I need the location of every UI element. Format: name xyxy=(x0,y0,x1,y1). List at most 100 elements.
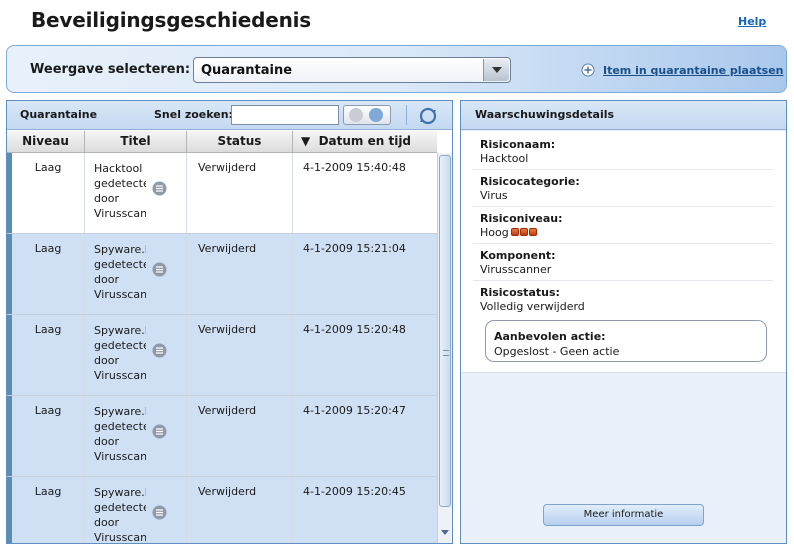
clear-search-icon[interactable] xyxy=(349,108,363,122)
component-field: Komponent: Virusscanner xyxy=(480,249,556,277)
column-header-status[interactable]: Status xyxy=(187,131,293,152)
list-panel-header: Quarantaine Snel zoeken: xyxy=(7,101,452,130)
row-titel-line: gedetecteerd xyxy=(94,177,146,190)
risk-level-value: Hoog xyxy=(480,226,509,239)
scroll-down-icon[interactable] xyxy=(439,525,451,539)
divider xyxy=(473,280,773,281)
row-titel: Spyware.M gedetecteerd door Virusscanner xyxy=(85,315,187,395)
recommended-action-label: Aanbevolen actie: xyxy=(494,330,606,343)
row-titel-line: door xyxy=(94,354,119,367)
alert-details-panel: Waarschuwingsdetails Risiconaam: Hacktoo… xyxy=(460,100,787,544)
details-icon[interactable] xyxy=(152,343,167,358)
row-datum: 4-1-2009 15:20:45 xyxy=(303,485,406,498)
row-niveau: Laag xyxy=(12,153,85,233)
header-divider xyxy=(406,105,407,125)
risk-name-value: Hacktool xyxy=(480,152,529,165)
row-titel-line: Spyware.M xyxy=(94,243,146,256)
column-header-titel[interactable]: Titel xyxy=(85,131,187,152)
quick-search-input[interactable] xyxy=(231,105,339,125)
page-title: Beveiligingsgeschiedenis xyxy=(31,8,311,32)
column-header-niveau[interactable]: Niveau xyxy=(7,131,85,152)
go-search-icon[interactable] xyxy=(369,108,383,122)
row-titel: Hacktool gedetecteerd door Virusscanner xyxy=(85,153,187,233)
chevron-down-icon[interactable] xyxy=(483,59,509,81)
add-to-quarantine-label: Item in quarantaine plaatsen xyxy=(603,63,784,77)
row-titel-line: Virusscanner xyxy=(94,207,146,220)
sort-desc-icon: ▼ xyxy=(301,134,311,148)
refresh-icon[interactable] xyxy=(418,106,438,126)
row-titel-line: door xyxy=(94,273,119,286)
table-row[interactable]: Laag Spyware.M gedetecteerd door Virussc… xyxy=(7,396,437,477)
row-titel-line: gedetecteerd xyxy=(94,339,146,352)
column-header-datum-label: Datum en tijd xyxy=(318,134,412,148)
table-row[interactable]: Laag Hacktool gedetecteerd door Virussca… xyxy=(7,153,437,234)
row-niveau: Laag xyxy=(12,396,85,476)
risk-status-field: Risicostatus: Volledig verwijderd xyxy=(480,286,585,314)
risk-category-label: Risicocategorie: xyxy=(480,175,580,188)
list-panel-title: Quarantaine xyxy=(20,108,98,121)
row-status: Verwijderd xyxy=(187,315,293,395)
plus-circle-icon xyxy=(581,63,595,77)
risk-name-field: Risiconaam: Hacktool xyxy=(480,138,555,166)
row-titel-line: Virusscanner xyxy=(94,450,146,463)
view-select-value: Quarantaine xyxy=(201,63,293,78)
recommended-action-value: Opgeslost - Geen actie xyxy=(494,345,620,358)
recommended-action-box: Aanbevolen actie: Opgeslost - Geen actie xyxy=(485,320,767,362)
details-icon[interactable] xyxy=(152,262,167,277)
risk-status-value: Volledig verwijderd xyxy=(480,300,585,313)
details-panel-title: Waarschuwingsdetails xyxy=(475,108,615,121)
row-niveau: Laag xyxy=(12,234,85,314)
list-scrollbar[interactable] xyxy=(437,153,452,543)
divider xyxy=(473,243,773,244)
quick-search-label: Snel zoeken: xyxy=(154,108,233,121)
row-titel-line: door xyxy=(94,516,119,529)
row-status: Verwijderd xyxy=(187,234,293,314)
row-titel: Spyware.M gedetecteerd door Virusscanner xyxy=(85,477,187,543)
details-icon[interactable] xyxy=(152,424,167,439)
row-titel-line: Spyware.M xyxy=(94,486,146,499)
list-column-headers: Niveau Titel Status ▼ Datum en tijd xyxy=(7,131,437,153)
details-icon[interactable] xyxy=(152,505,167,520)
row-titel-line: Virusscanner xyxy=(94,369,146,382)
help-link[interactable]: Help xyxy=(738,15,766,28)
column-header-datum[interactable]: ▼ Datum en tijd xyxy=(293,131,437,152)
table-row[interactable]: Laag Spyware.M gedetecteerd door Virussc… xyxy=(7,234,437,315)
view-selector-bar: Weergave selecteren: Quarantaine Item in… xyxy=(6,45,787,93)
row-niveau: Laag xyxy=(12,477,85,543)
table-row[interactable]: Laag Spyware.M gedetecteerd door Virussc… xyxy=(7,477,437,543)
component-label: Komponent: xyxy=(480,249,556,262)
risk-category-value: Virus xyxy=(480,189,508,202)
details-icon[interactable] xyxy=(152,181,167,196)
risk-level-field: Risiconiveau: Hoog xyxy=(480,212,563,240)
risk-name-label: Risiconaam: xyxy=(480,138,556,151)
row-titel-line: Virusscanner xyxy=(94,531,146,543)
row-titel: Spyware.M gedetecteerd door Virusscanner xyxy=(85,234,187,314)
quick-search-buttons xyxy=(343,105,391,125)
divider xyxy=(473,169,773,170)
quarantine-list: Laag Hacktool gedetecteerd door Virussca… xyxy=(7,153,437,543)
view-select-dropdown[interactable]: Quarantaine xyxy=(193,57,511,83)
row-niveau: Laag xyxy=(12,315,85,395)
row-status: Verwijderd xyxy=(187,396,293,476)
scrollbar-grip xyxy=(443,350,449,356)
row-titel-line: gedetecteerd xyxy=(94,258,146,271)
row-titel-line: gedetecteerd xyxy=(94,420,146,433)
risk-level-row: Hoog xyxy=(480,226,563,240)
row-datum: 4-1-2009 15:40:48 xyxy=(303,161,406,174)
risk-level-indicator xyxy=(510,226,538,240)
risk-category-field: Risicocategorie: Virus xyxy=(480,175,580,203)
row-titel-line: Hacktool xyxy=(94,162,143,175)
row-titel-line: Virusscanner xyxy=(94,288,146,301)
divider xyxy=(473,206,773,207)
row-datum: 4-1-2009 15:20:48 xyxy=(303,323,406,336)
view-select-label: Weergave selecteren: xyxy=(30,62,191,77)
table-row[interactable]: Laag Spyware.M gedetecteerd door Virussc… xyxy=(7,315,437,396)
row-titel-line: door xyxy=(94,435,119,448)
quarantine-list-panel: Quarantaine Snel zoeken: Niveau Titel St… xyxy=(6,100,453,544)
row-titel-line: gedetecteerd xyxy=(94,501,146,514)
row-titel-line: Spyware.M xyxy=(94,324,146,337)
add-to-quarantine-link[interactable]: Item in quarantaine plaatsen xyxy=(581,61,784,79)
more-info-button[interactable]: Meer informatie xyxy=(543,504,704,526)
row-status: Verwijderd xyxy=(187,153,293,233)
scrollbar-thumb[interactable] xyxy=(439,155,451,507)
